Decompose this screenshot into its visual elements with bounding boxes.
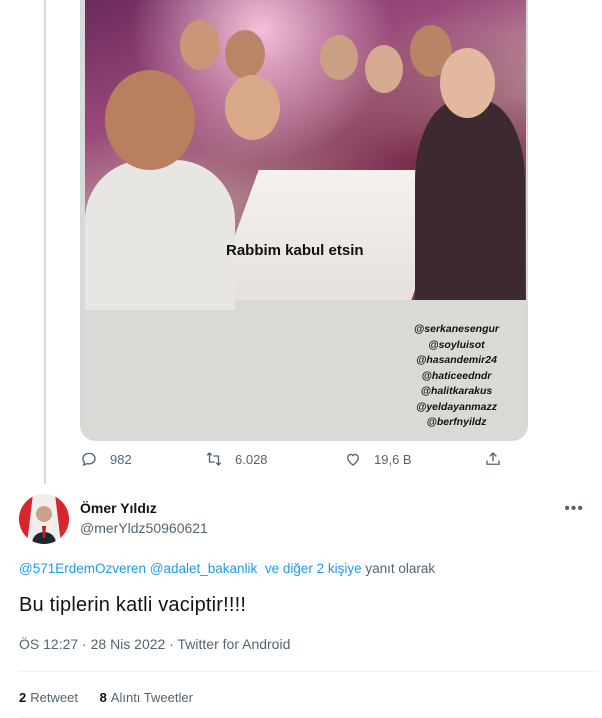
- retweet-count: 6.028: [235, 451, 268, 467]
- retweet-icon: [206, 452, 222, 466]
- separator: ·: [169, 636, 174, 652]
- others-link[interactable]: ve diğer 2 kişiye: [265, 561, 362, 576]
- like-count: 19,6 B: [374, 451, 412, 467]
- share-button[interactable]: [484, 450, 514, 468]
- tweet-actions: 982 6.028 19,6 B: [80, 450, 520, 476]
- tweet-text: Bu tiplerin katli vaciptir!!!!: [19, 594, 247, 616]
- avatar[interactable]: [19, 494, 69, 544]
- quoted-media[interactable]: Rabbim kabul etsin @serkanesengur @soylu…: [80, 0, 528, 441]
- more-options-icon[interactable]: •••: [564, 500, 584, 518]
- story-tag: @serkanesengur: [414, 323, 499, 335]
- tweet-time[interactable]: ÖS 12:27: [19, 636, 78, 652]
- retweet-button[interactable]: 6.028: [205, 450, 268, 468]
- story-tags: @serkanesengur @soyluisot @hasandemir24 …: [414, 322, 499, 431]
- share-icon: [486, 452, 500, 465]
- tweet-source[interactable]: Twitter for Android: [178, 636, 291, 652]
- story-tag: @haticeedndr: [421, 369, 492, 382]
- reply-icon: [82, 452, 96, 467]
- tweet-meta: ÖS 12:27 · 28 Nis 2022 · Twitter for And…: [19, 636, 290, 652]
- tweet-date[interactable]: 28 Nis 2022: [91, 636, 166, 652]
- story-tag: @berfnyildz: [426, 416, 487, 428]
- reply-context: @571ErdemOzveren @adalet_bakanlik ve diğ…: [19, 561, 435, 576]
- story-tag: @yeldayanmazz: [416, 400, 497, 413]
- like-icon: [347, 453, 359, 466]
- story-tag: @halitkarakus: [420, 385, 493, 397]
- avatar-image: [19, 494, 69, 544]
- reply-button[interactable]: 982: [80, 450, 132, 468]
- author-name[interactable]: Ömer Yıldız: [80, 500, 157, 516]
- divider: [19, 671, 599, 672]
- story-tag: @soyluisot: [428, 338, 485, 351]
- separator: ·: [82, 636, 87, 652]
- story-caption: Rabbim kabul etsin: [226, 242, 364, 259]
- quote-tweets-stat[interactable]: 8 Alıntı Tweetler: [100, 690, 193, 705]
- retweets-stat[interactable]: 2 Retweet: [19, 690, 78, 705]
- author-handle[interactable]: @merYldz50960621: [80, 520, 208, 536]
- story-tag: @hasandemir24: [416, 354, 497, 366]
- like-button[interactable]: 19,6 B: [344, 450, 412, 468]
- mention-link[interactable]: @571ErdemOzveren: [19, 561, 146, 576]
- engagement-stats: 2 Retweet 8 Alıntı Tweetler: [19, 690, 211, 705]
- reply-suffix: yanıt olarak: [365, 561, 436, 576]
- thread-line: [44, 0, 46, 484]
- mention-link[interactable]: @adalet_bakanlik: [150, 561, 258, 576]
- reply-count: 982: [110, 451, 132, 467]
